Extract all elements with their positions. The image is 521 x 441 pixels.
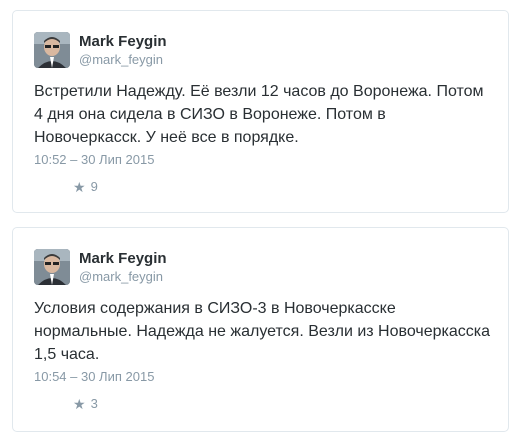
tweet-text-line: нормальные. Надежда не жалуется. Везли и… xyxy=(34,323,490,340)
tweet-text-line: Новочеркасск. У неё все в порядке. xyxy=(34,129,299,146)
author-handle[interactable]: @mark_feygin xyxy=(79,52,163,68)
tweet-text-line: 4 дня она сидела в СИЗО в Воронеже. Пото… xyxy=(34,106,386,123)
favorite-count: 3 xyxy=(90,396,98,411)
avatar-icon xyxy=(34,249,70,285)
tweet-card: Mark Feygin @mark_feygin Встретили Надеж… xyxy=(12,10,509,213)
tweet-text-line: Условия содержания в СИЗО-3 в Новочеркас… xyxy=(34,300,396,317)
avatar[interactable] xyxy=(34,249,70,285)
author-name[interactable]: Mark Feygin xyxy=(79,250,167,268)
author-name[interactable]: Mark Feygin xyxy=(79,33,167,51)
tweet-text: Встретили Надежду. Её везли 12 часов до … xyxy=(34,80,496,149)
tweet-card: Mark Feygin @mark_feygin Условия содержа… xyxy=(12,227,509,432)
favorite-button[interactable]: ★ 3 xyxy=(73,396,98,412)
star-icon: ★ xyxy=(73,396,86,412)
tweet-text: Условия содержания в СИЗО-3 в Новочеркас… xyxy=(34,297,496,366)
avatar-icon xyxy=(34,32,70,68)
tweet-timestamp[interactable]: 10:54 – 30 Лип 2015 xyxy=(34,369,154,385)
avatar[interactable] xyxy=(34,32,70,68)
tweet-text-line: Встретили Надежду. Её везли 12 часов до … xyxy=(34,83,484,100)
author-handle[interactable]: @mark_feygin xyxy=(79,269,163,285)
star-icon: ★ xyxy=(73,179,86,195)
tweet-text-line: 1,5 часа. xyxy=(34,346,100,363)
tweet-timestamp[interactable]: 10:52 – 30 Лип 2015 xyxy=(34,152,154,168)
favorite-count: 9 xyxy=(90,179,98,194)
favorite-button[interactable]: ★ 9 xyxy=(73,179,98,195)
